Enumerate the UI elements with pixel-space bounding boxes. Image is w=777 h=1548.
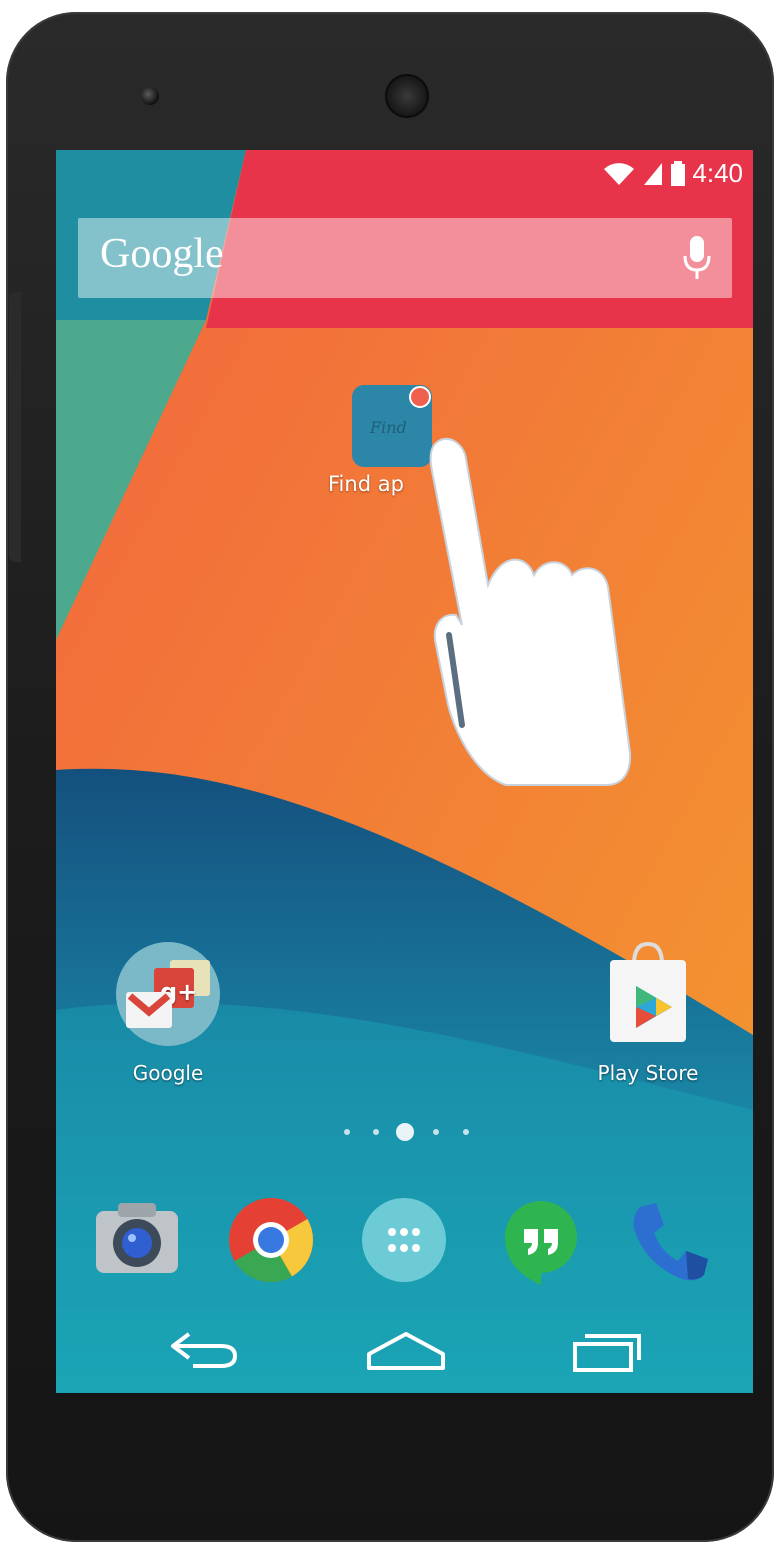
chrome-icon[interactable] (226, 1195, 316, 1285)
page-dot-current (396, 1123, 414, 1141)
earpiece-speaker (385, 74, 429, 118)
cellular-signal-icon (644, 162, 663, 185)
hand-pointer-icon (429, 438, 632, 786)
google-search-bar[interactable]: Google (78, 218, 732, 298)
status-time: 4:40 (692, 158, 743, 188)
search-label: Google (100, 231, 224, 277)
folder-icon-text: Find (369, 418, 407, 437)
home-icon[interactable] (361, 1320, 451, 1380)
power-button (9, 292, 21, 562)
microphone-icon[interactable] (682, 234, 712, 282)
wifi-icon (604, 162, 635, 185)
play-store-icon (610, 941, 686, 1042)
hangouts-icon[interactable] (496, 1195, 586, 1285)
app-drawer-icon[interactable] (359, 1195, 449, 1285)
page-dot (344, 1129, 350, 1135)
play-store-app[interactable]: Play Store (583, 940, 713, 1085)
camera-icon[interactable] (92, 1195, 182, 1285)
status-bar: 4:40 (56, 150, 753, 198)
phone-icon[interactable] (626, 1195, 716, 1285)
page-dot (463, 1129, 469, 1135)
phone-frame: 4:40 Google Find Find ap g+ Google Play … (6, 12, 774, 1542)
google-folder-icon: g+ (116, 942, 220, 1046)
page-indicator (336, 1120, 476, 1144)
navigation-bar (56, 1310, 753, 1393)
back-icon[interactable] (161, 1320, 251, 1380)
battery-icon (671, 160, 686, 186)
recents-icon[interactable] (561, 1320, 651, 1380)
page-dot (433, 1129, 439, 1135)
front-camera (141, 87, 159, 105)
play-store-label: Play Store (597, 1061, 699, 1085)
google-folder-label: Google (132, 1061, 204, 1085)
page-dot (373, 1129, 379, 1135)
google-folder-app[interactable]: g+ Google (108, 940, 228, 1085)
home-screen: 4:40 Google Find Find ap g+ Google Play … (56, 150, 753, 1393)
